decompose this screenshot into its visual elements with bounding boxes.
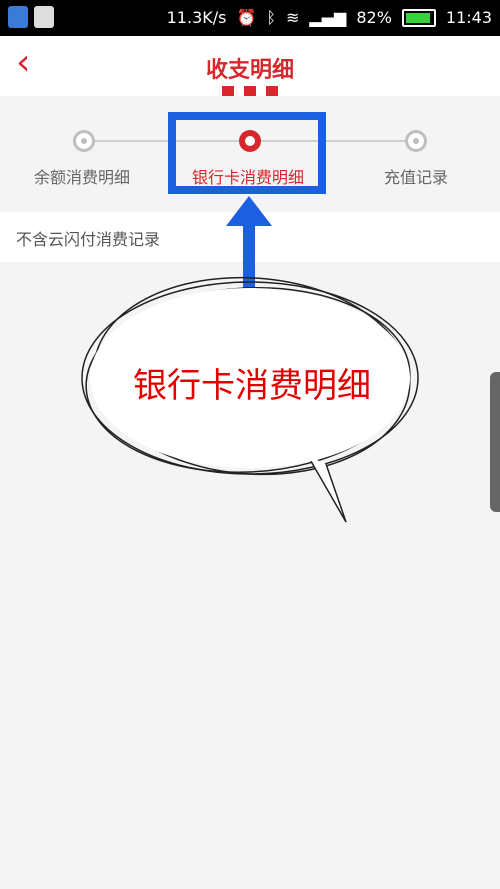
highlight-box [168,112,326,194]
status-bar: 11.3K/s ⏰ ᛒ ≋ ▂▄▆ 82% 11:43 [0,0,500,36]
clock: 11:43 [445,8,492,27]
battery-percent: 82% [356,8,392,27]
dash-decoration [266,86,278,96]
wifi-icon: ≋ [286,8,300,27]
status-right: 11.3K/s ⏰ ᛒ ≋ ▂▄▆ 82% 11:43 [167,8,492,27]
network-speed: 11.3K/s [166,8,227,27]
bluetooth-icon: ᛒ [266,8,276,27]
speech-bubble: 银行卡消费明细 [78,276,426,526]
shield-icon [8,6,28,28]
tab-recharge-records[interactable]: 充值记录 [384,164,448,188]
step-node-recharge[interactable] [405,130,427,152]
bubble-text: 银行卡消费明细 [133,366,371,406]
battery-icon [401,8,436,27]
qq-icon [34,6,54,28]
tab-balance-consumption[interactable]: 余额消费明细 [34,164,130,188]
dash-decoration [244,86,256,96]
side-scroll-handle[interactable] [490,372,500,512]
signal-icon: ▂▄▆ [309,8,347,27]
step-node-balance[interactable] [73,130,95,152]
notice-text: 不含云闪付消费记录 [16,230,161,249]
dash-decoration [222,86,234,96]
page-title: 收支明细 [205,58,294,83]
alarm-icon: ⏰ [236,8,257,27]
status-left [8,6,54,28]
